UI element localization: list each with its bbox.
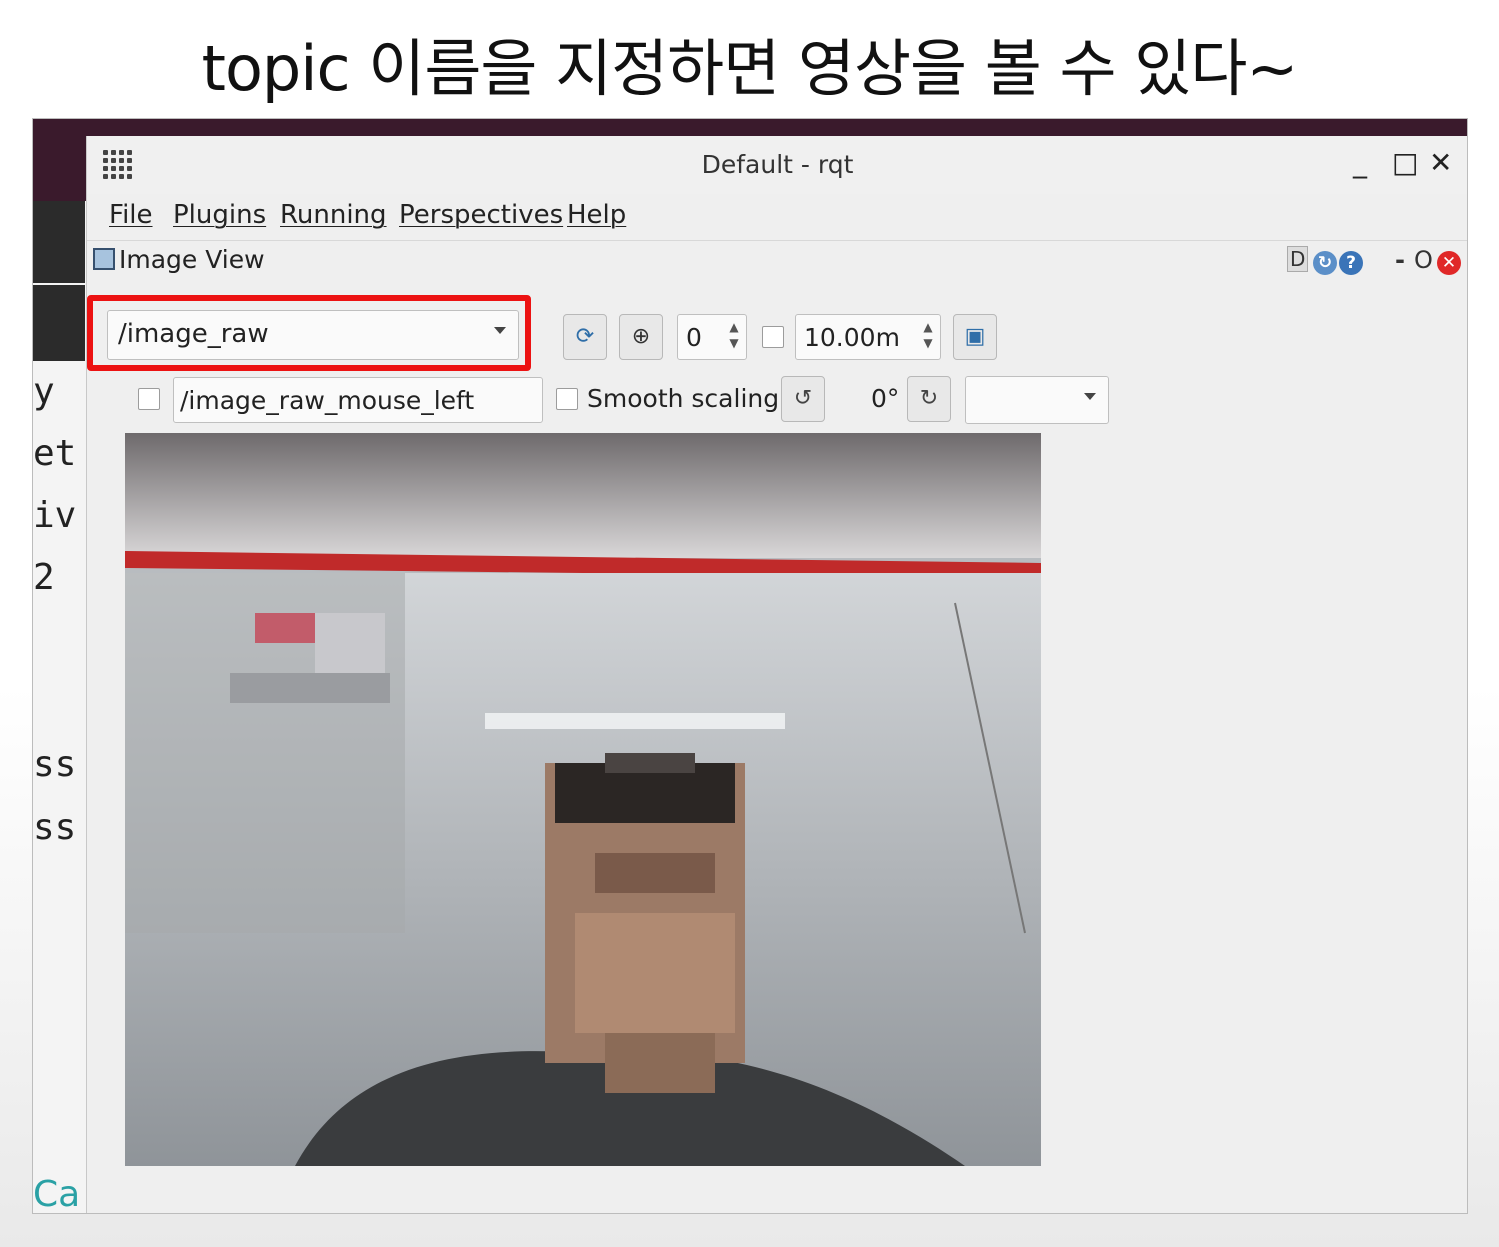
chevron-down-icon [494, 327, 506, 334]
zoom-spinbox[interactable]: 0 ▲ ▼ [677, 314, 747, 360]
rotation-value: 0° [871, 384, 900, 413]
camera-image[interactable] [125, 433, 1041, 1166]
timeout-checkbox[interactable] [762, 326, 784, 348]
menu-help[interactable]: Help [567, 200, 626, 230]
smooth-scaling-checkbox[interactable] [556, 388, 578, 410]
spin-arrows-icon[interactable]: ▲ ▼ [920, 319, 936, 355]
rotate-left-icon: ↺ [793, 386, 813, 411]
save-icon: ▣ [964, 324, 986, 349]
smooth-scaling-label: Smooth scaling [587, 384, 780, 413]
dock-button[interactable]: D [1287, 246, 1309, 272]
reload-plugin-icon[interactable]: ↻ [1313, 246, 1337, 275]
refresh-button[interactable]: ⟳ [563, 314, 607, 360]
close-window-button[interactable]: ✕ [1429, 146, 1452, 179]
spin-arrows-icon[interactable]: ▲ ▼ [726, 319, 742, 355]
menu-bar: File Plugins Running Perspectives Help [87, 194, 1467, 241]
rotate-right-button[interactable]: ↻ [907, 376, 951, 422]
terminal-line: iv [33, 495, 77, 536]
timeout-value: 10.00m [804, 323, 900, 352]
mouse-topic-value: /image_raw_mouse_left [180, 386, 475, 415]
slide-caption: topic 이름을 지정하면 영상을 볼 수 있다~ [201, 32, 1299, 105]
zoom-button[interactable]: ⊕ [619, 314, 663, 360]
color-scheme-select[interactable] [965, 376, 1109, 424]
menu-running[interactable]: Running [280, 200, 387, 230]
topic-select[interactable]: /image_raw [107, 310, 519, 360]
refresh-icon: ⟳ [575, 324, 595, 349]
help-icon[interactable]: ? [1339, 246, 1363, 275]
publish-click-checkbox[interactable] [138, 388, 160, 410]
menu-perspectives[interactable]: Perspectives [399, 200, 563, 230]
menu-plugins[interactable]: Plugins [173, 200, 266, 230]
terminal-line: ss [33, 744, 77, 785]
maximize-button[interactable]: □ [1392, 146, 1418, 179]
close-plugin-icon[interactable]: ✕ [1437, 246, 1461, 275]
timeout-spinbox[interactable]: 10.00m ▲ ▼ [795, 314, 941, 360]
topic-value: /image_raw [118, 319, 269, 349]
desktop: y et iv 2 ss ss Ca Default - rqt _ □ ✕ F… [32, 118, 1468, 1214]
rotate-left-button[interactable]: ↺ [781, 376, 825, 422]
zoom-icon: ⊕ [631, 324, 651, 349]
rotate-right-icon: ↻ [919, 386, 939, 411]
terminal-line: y [33, 371, 55, 412]
window-title: Default - rqt [701, 150, 854, 179]
terminal-strip [33, 201, 85, 283]
menu-file[interactable]: File [109, 200, 153, 230]
zoom-value: 0 [686, 323, 702, 352]
image-view-icon [93, 248, 115, 270]
terminal-link[interactable]: Ca [33, 1174, 93, 1213]
plugin-header: Image View D ↻ ? - O ✕ [91, 244, 1461, 280]
terminal-line: ss [33, 807, 77, 848]
save-image-button[interactable]: ▣ [953, 314, 997, 360]
chevron-down-icon [1084, 393, 1096, 400]
plugin-title: Image View [119, 245, 265, 274]
title-bar: Default - rqt _ □ ✕ [87, 136, 1467, 194]
rqt-window: Default - rqt _ □ ✕ File Plugins Running… [86, 136, 1467, 1213]
camera-frame [125, 433, 1041, 1166]
float-plugin-button[interactable]: O [1414, 246, 1433, 274]
minimize-plugin-button[interactable]: - [1395, 246, 1405, 274]
minimize-button[interactable]: _ [1353, 146, 1367, 179]
terminal-strip [33, 285, 85, 361]
terminal-line: et [33, 433, 77, 474]
terminal-line: 2 [33, 557, 55, 598]
mouse-topic-field[interactable]: /image_raw_mouse_left [173, 377, 543, 423]
